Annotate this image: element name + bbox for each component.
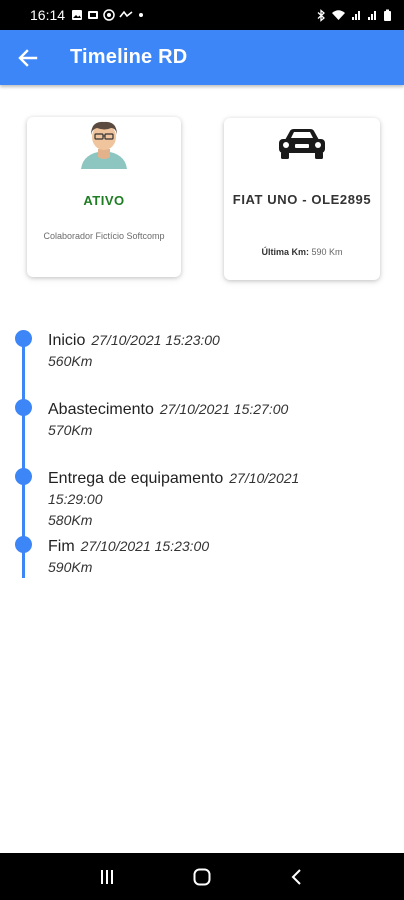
last-km: Última Km: 590 Km bbox=[224, 247, 380, 257]
timeline: Inicio 27/10/2021 15:23:00 560Km Abasteci… bbox=[0, 320, 404, 580]
system-nav-bar bbox=[0, 853, 404, 900]
car-icon bbox=[279, 129, 325, 159]
status-bar: 16:14 bbox=[0, 0, 404, 30]
timeline-km: 570Km bbox=[48, 422, 93, 438]
timeline-entry: Fim 27/10/2021 15:23:00 590Km bbox=[48, 536, 338, 578]
timeline-title: Fim bbox=[48, 538, 75, 555]
nfc-icon bbox=[119, 10, 133, 18]
nav-back-button[interactable] bbox=[277, 857, 317, 897]
bluetooth-icon bbox=[317, 8, 325, 22]
collaborator-status: ATIVO bbox=[83, 193, 125, 208]
user-avatar-icon bbox=[81, 121, 127, 169]
timeline-dot bbox=[15, 399, 32, 416]
vehicle-card[interactable]: FIAT UNO - OLE2895 Última Km: 590 Km bbox=[224, 118, 380, 280]
whatsapp-icon bbox=[103, 9, 115, 21]
page-title: Timeline RD bbox=[70, 46, 188, 68]
timeline-title: Abastecimento bbox=[48, 401, 154, 418]
timeline-km: 580Km bbox=[48, 512, 93, 528]
home-button[interactable] bbox=[182, 857, 222, 897]
battery-icon bbox=[384, 9, 391, 21]
timeline-dot bbox=[15, 536, 32, 553]
app-bar: Timeline RD bbox=[0, 30, 404, 85]
wifi-icon bbox=[332, 10, 345, 20]
back-icon bbox=[291, 868, 301, 885]
timeline-km: 590Km bbox=[48, 559, 93, 575]
home-icon bbox=[193, 868, 211, 885]
timeline-datetime: 27/10/2021 15:23:00 bbox=[80, 538, 210, 554]
timeline-datetime: 27/10/2021 15:27:00 bbox=[159, 401, 289, 417]
timeline-entry: Inicio 27/10/2021 15:23:00 560Km bbox=[48, 330, 338, 372]
vehicle-name: FIAT UNO - OLE2895 bbox=[232, 192, 372, 207]
last-km-value: 590 Km bbox=[311, 247, 343, 257]
collaborator-name: Colaborador Fictício Softcomp bbox=[43, 231, 165, 241]
timeline-dot bbox=[15, 330, 32, 347]
signal-icon bbox=[368, 11, 376, 20]
status-time: 16:14 bbox=[30, 7, 66, 23]
timeline-entry: Abastecimento 27/10/2021 15:27:00 570Km bbox=[48, 399, 338, 441]
timeline-entry: Entrega de equipamento 27/10/2021 15:29:0… bbox=[48, 468, 338, 531]
collaborator-card[interactable]: ATIVO Colaborador Fictício Softcomp bbox=[27, 117, 181, 277]
timeline-km: 560Km bbox=[48, 353, 93, 369]
timeline-title: Entrega de equipamento bbox=[48, 470, 224, 487]
gallery-icon bbox=[72, 10, 83, 20]
arrow-left-icon bbox=[18, 48, 38, 67]
timeline-title: Inicio bbox=[48, 332, 86, 349]
photo-icon bbox=[88, 11, 99, 19]
timeline-dot bbox=[15, 468, 32, 485]
dot-icon bbox=[139, 13, 144, 17]
last-km-label: Última Km: bbox=[261, 247, 309, 257]
system-icons bbox=[316, 8, 392, 22]
signal-icon bbox=[352, 11, 360, 20]
notification-icons bbox=[71, 9, 145, 21]
recents-button[interactable] bbox=[87, 857, 127, 897]
timeline-datetime: 27/10/2021 15:23:00 bbox=[91, 332, 220, 348]
recents-icon bbox=[101, 869, 114, 884]
back-button[interactable] bbox=[0, 30, 56, 85]
